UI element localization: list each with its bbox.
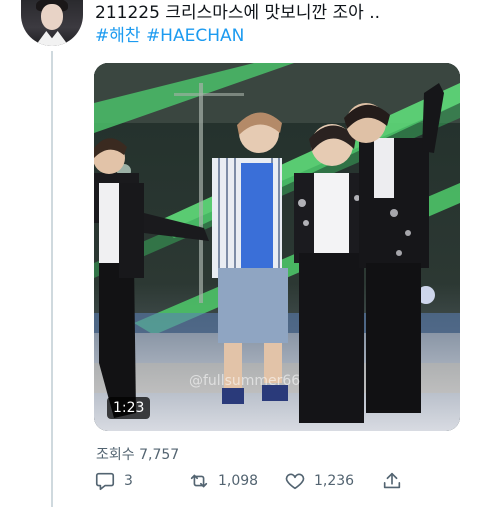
video-duration: 1:23 xyxy=(107,397,151,419)
reply-count: 3 xyxy=(124,473,133,489)
video-watermark: @fullsummer66 xyxy=(189,373,300,389)
reply-button[interactable]: 3 xyxy=(94,470,133,492)
like-count: 1,236 xyxy=(314,473,355,489)
retweet-button[interactable]: 1,098 xyxy=(188,470,258,492)
like-button[interactable]: 1,236 xyxy=(284,470,354,492)
thread-line xyxy=(51,51,53,507)
retweet-icon xyxy=(188,470,210,492)
video-player[interactable]: @fullsummer66 1:23 xyxy=(94,63,460,431)
tweet-text: 211225 크리스마스에 맛보니깐 조아 .. #해찬 #HAECHAN xyxy=(95,2,380,48)
reply-icon xyxy=(94,470,116,492)
video-frame: @fullsummer66 xyxy=(94,63,460,431)
like-icon xyxy=(284,470,306,492)
tweet-actions: 3 1,098 1,236 xyxy=(94,470,424,496)
retweet-count: 1,098 xyxy=(218,473,259,489)
hashtag-link[interactable]: #해찬 xyxy=(95,26,141,46)
tweet-text-line: 211225 크리스마스에 맛보니깐 조아 .. xyxy=(95,3,380,23)
hashtag-link[interactable]: #HAECHAN xyxy=(146,26,244,46)
avatar[interactable] xyxy=(21,0,83,46)
view-count: 조회수 7,757 xyxy=(96,447,180,463)
share-icon xyxy=(381,470,403,492)
share-button[interactable] xyxy=(381,470,403,492)
